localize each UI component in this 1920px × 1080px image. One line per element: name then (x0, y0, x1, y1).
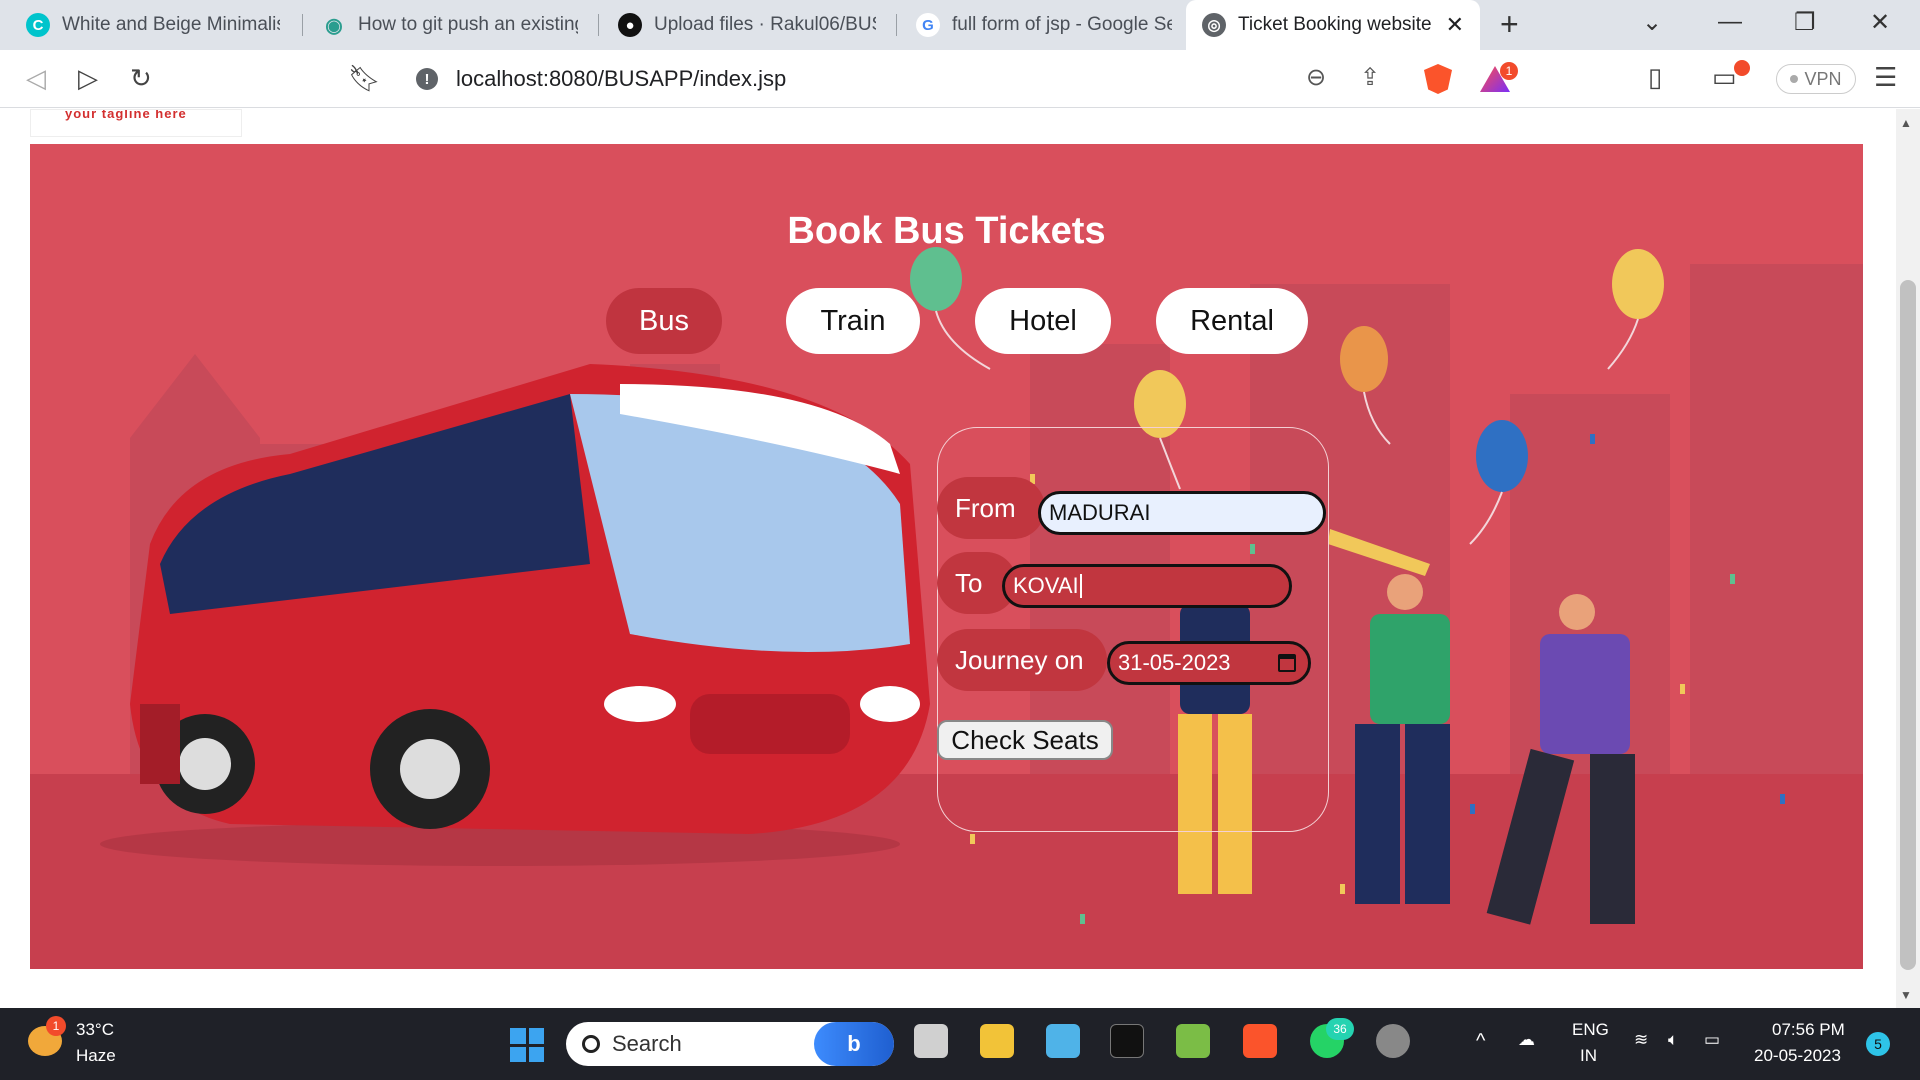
scroll-up-icon[interactable]: ▲ (1900, 116, 1912, 130)
bing-icon[interactable]: b (814, 1022, 894, 1066)
site-info-icon[interactable]: ! (416, 68, 438, 90)
windows-taskbar (0, 1008, 1920, 1080)
tab-git-push[interactable]: ◉ How to git push an existing (306, 0, 594, 50)
rewards-badge: 1 (1500, 62, 1518, 80)
reload-icon[interactable]: ↻ (130, 63, 152, 94)
minimize-button[interactable]: — (1718, 8, 1742, 36)
tab-title: How to git push an existing (358, 14, 578, 35)
share-icon[interactable]: ⇪ (1360, 63, 1380, 92)
canva-icon: C (26, 13, 50, 37)
new-tab-button[interactable]: + (1500, 6, 1519, 43)
restore-button[interactable]: ❐ (1794, 8, 1816, 37)
journey-date-input[interactable]: 31-05-2023 (1107, 641, 1311, 685)
to-input[interactable]: KOVAI (1002, 564, 1292, 608)
calendar-icon[interactable] (1278, 654, 1296, 672)
nav-train-button[interactable]: Train (786, 288, 920, 354)
wallet-badge (1734, 60, 1750, 76)
language-bottom[interactable]: IN (1580, 1046, 1597, 1066)
nav-hotel-button[interactable]: Hotel (975, 288, 1111, 354)
check-seats-button[interactable]: Check Seats (937, 720, 1113, 760)
from-input[interactable]: MADURAI (1038, 491, 1326, 535)
whatsapp-badge: 36 (1326, 1018, 1354, 1040)
sidebar-icon[interactable]: ▯ (1648, 62, 1662, 93)
search-icon (582, 1035, 600, 1053)
tab-bar: C White and Beige Minimalis ◉ How to git… (0, 0, 1920, 50)
close-window-button[interactable]: ✕ (1870, 8, 1890, 37)
tab-title: Ticket Booking website (1238, 14, 1432, 35)
battery-icon[interactable]: ▭ (1704, 1030, 1720, 1050)
address-toolbar: ◁ ▷ ↻ 🔖︎ ! localhost:8080/BUSAPP/index.j… (0, 50, 1920, 108)
site-logo[interactable]: your tagline here (30, 109, 242, 137)
tab-title: White and Beige Minimalis (62, 14, 280, 35)
windows-start-icon[interactable] (510, 1028, 544, 1062)
weather-badge: 1 (46, 1016, 66, 1036)
scrollbar-thumb[interactable] (1900, 280, 1916, 970)
github-icon: ● (618, 13, 642, 37)
search-label: Search (612, 1031, 682, 1056)
tab-title: full form of jsp - Google Se (952, 14, 1172, 35)
tab-canva[interactable]: C White and Beige Minimalis (10, 0, 296, 50)
tab-separator (896, 14, 897, 36)
web-page: your tagline here Book Bus Tickets Bus T… (0, 109, 1896, 1009)
page-title: Book Bus Tickets (787, 210, 1106, 252)
notepad-plus-plus-icon[interactable] (1176, 1024, 1210, 1058)
journey-date-label: Journey on (937, 629, 1107, 691)
language-top[interactable]: ENG (1572, 1020, 1609, 1040)
to-input-value: KOVAI (1013, 573, 1079, 598)
wallet-icon[interactable]: ▭ (1712, 62, 1737, 93)
vpn-button[interactable]: VPN (1776, 64, 1856, 94)
nav-bus-button[interactable]: Bus (606, 288, 722, 354)
tab-search-chevron-icon[interactable]: ⌄ (1642, 8, 1662, 37)
zoom-icon[interactable]: ⊖ (1306, 63, 1326, 92)
journey-date-value: 31-05-2023 (1118, 650, 1231, 675)
back-icon[interactable]: ◁ (26, 63, 46, 94)
url-text[interactable]: localhost:8080/BUSAPP/index.jsp (456, 66, 786, 92)
clock-time[interactable]: 07:56 PM (1772, 1020, 1845, 1040)
text-caret (1079, 574, 1082, 598)
tab-title: Upload files · Rakul06/BUS (654, 14, 876, 35)
scroll-down-icon[interactable]: ▼ (1900, 988, 1912, 1002)
hero-banner: Book Bus Tickets Bus Train Hotel Rental … (30, 144, 1863, 969)
onedrive-icon[interactable]: ☁ (1518, 1030, 1535, 1050)
tab-github[interactable]: ● Upload files · Rakul06/BUS (602, 0, 892, 50)
weather-temp: 33°C (76, 1020, 114, 1039)
settings-gear-icon[interactable] (1376, 1024, 1410, 1058)
url-bar[interactable]: ! localhost:8080/BUSAPP/index.jsp (400, 57, 1520, 101)
eye-icon: ◉ (325, 14, 343, 37)
tab-ticket-booking[interactable]: ◎ Ticket Booking website ✕ (1186, 0, 1480, 50)
weather-desc: Haze (76, 1046, 116, 1065)
vpn-label: VPN (1804, 68, 1842, 89)
task-view-icon[interactable] (914, 1024, 948, 1058)
google-icon: G (916, 13, 940, 37)
notification-count[interactable]: 5 (1866, 1032, 1890, 1056)
tab-google[interactable]: G full form of jsp - Google Se (900, 0, 1188, 50)
brave-browser-icon[interactable] (1243, 1024, 1277, 1058)
terminal-icon[interactable] (1110, 1024, 1144, 1058)
chevron-up-icon[interactable]: ^ (1476, 1030, 1485, 1053)
nav-rental-button[interactable]: Rental (1156, 288, 1308, 354)
logo-tagline: your tagline here (65, 109, 187, 121)
taskbar-search[interactable]: Search b (566, 1022, 894, 1066)
clock-date[interactable]: 20-05-2023 (1754, 1046, 1841, 1066)
volume-icon[interactable]: 🔈︎ (1668, 1030, 1678, 1050)
tab-separator (302, 14, 303, 36)
tab-separator (598, 14, 599, 36)
globe-icon: ◎ (1202, 13, 1226, 37)
wifi-icon[interactable]: ≋ (1634, 1030, 1648, 1050)
forward-icon[interactable]: ▷ (78, 63, 98, 94)
close-tab-icon[interactable]: ✕ (1436, 12, 1464, 38)
from-label: From (937, 477, 1045, 539)
file-explorer-icon[interactable] (980, 1024, 1014, 1058)
notepad-icon[interactable] (1046, 1024, 1080, 1058)
bookmark-icon[interactable]: 🔖︎ (348, 63, 381, 94)
vpn-status-dot (1790, 75, 1799, 83)
menu-icon[interactable]: ☰ (1874, 62, 1897, 93)
